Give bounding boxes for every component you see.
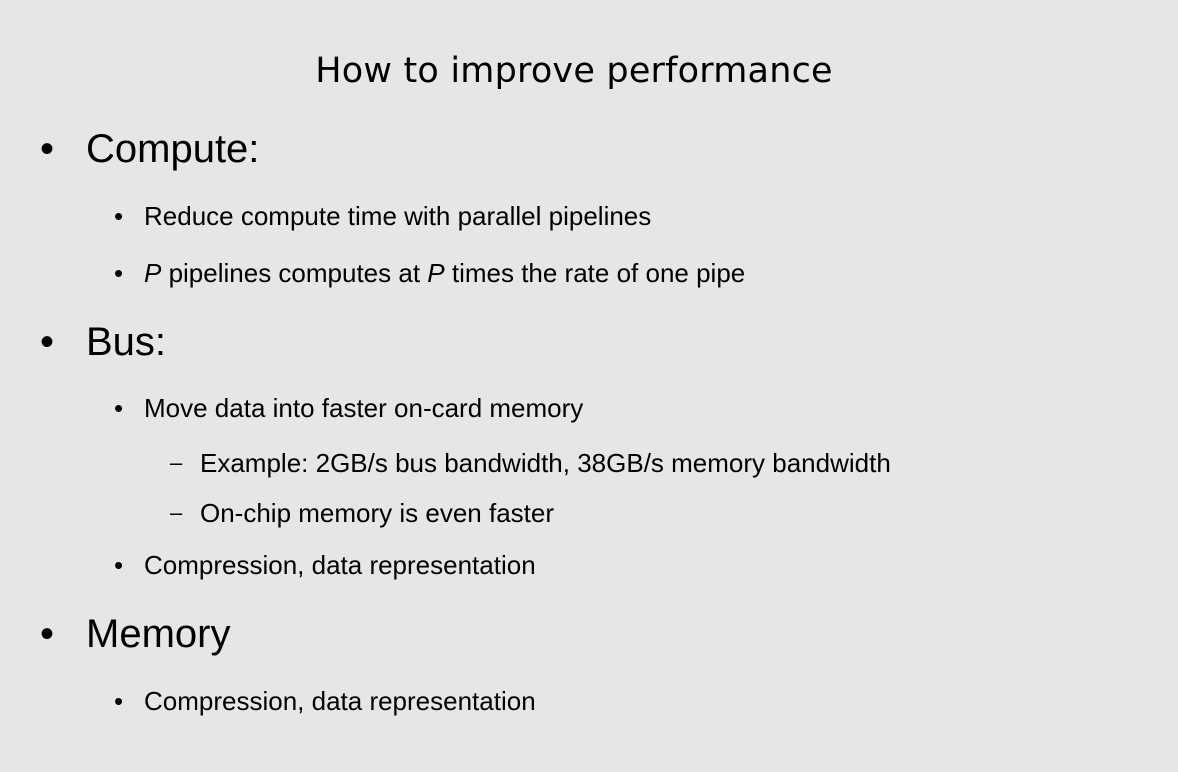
bullet-item-bus: • Bus: bbox=[40, 318, 640, 366]
bullet-icon: • bbox=[40, 612, 55, 656]
sub-bullet-item: • Compression, data representation bbox=[114, 684, 1014, 718]
variable-p: P bbox=[144, 258, 162, 288]
bullet-icon: • bbox=[40, 320, 55, 364]
bullet-text: Compression, data representation bbox=[144, 686, 536, 716]
text-segment: times the rate of one pipe bbox=[444, 258, 746, 288]
bullet-icon: • bbox=[114, 550, 124, 580]
dash-icon: – bbox=[170, 450, 183, 475]
variable-p: P bbox=[427, 258, 445, 288]
sub-sub-bullet-item: – Example: 2GB/s bus bandwidth, 38GB/s m… bbox=[170, 446, 1170, 480]
bullet-text: Compute: bbox=[86, 127, 260, 171]
bullet-text: Reduce compute time with parallel pipeli… bbox=[144, 201, 652, 231]
bullet-icon: • bbox=[114, 393, 124, 423]
bullet-icon: • bbox=[114, 201, 124, 231]
bullet-icon: • bbox=[114, 258, 124, 288]
text-segment: pipelines computes at bbox=[161, 258, 428, 288]
bullet-text: P pipelines computes at P times the rate… bbox=[144, 256, 745, 290]
bullet-item-compute: • Compute: bbox=[40, 125, 640, 173]
sub-bullet-item: • Compression, data representation bbox=[114, 548, 1014, 582]
bullet-item-memory: • Memory bbox=[40, 610, 640, 658]
sub-bullet-item: • P pipelines computes at P times the ra… bbox=[114, 256, 1014, 290]
bullet-list: • Compute: • Reduce compute time with pa… bbox=[0, 0, 1178, 772]
sub-bullet-item: • Move data into faster on-card memory bbox=[114, 391, 1014, 425]
bullet-text: Compression, data representation bbox=[144, 550, 536, 580]
bullet-text: Bus: bbox=[86, 320, 167, 364]
bullet-icon: • bbox=[114, 686, 124, 716]
bullet-icon: • bbox=[40, 127, 55, 171]
bullet-text: Example: 2GB/s bus bandwidth, 38GB/s mem… bbox=[200, 448, 891, 478]
sub-bullet-item: • Reduce compute time with parallel pipe… bbox=[114, 199, 1014, 233]
bullet-text: Move data into faster on-card memory bbox=[144, 393, 584, 423]
bullet-text: On-chip memory is even faster bbox=[200, 498, 555, 528]
dash-icon: – bbox=[170, 500, 183, 525]
slide: How to improve performance • Compute: • … bbox=[0, 0, 1178, 772]
bullet-text: Memory bbox=[86, 612, 231, 656]
sub-sub-bullet-item: – On-chip memory is even faster bbox=[170, 496, 1070, 530]
